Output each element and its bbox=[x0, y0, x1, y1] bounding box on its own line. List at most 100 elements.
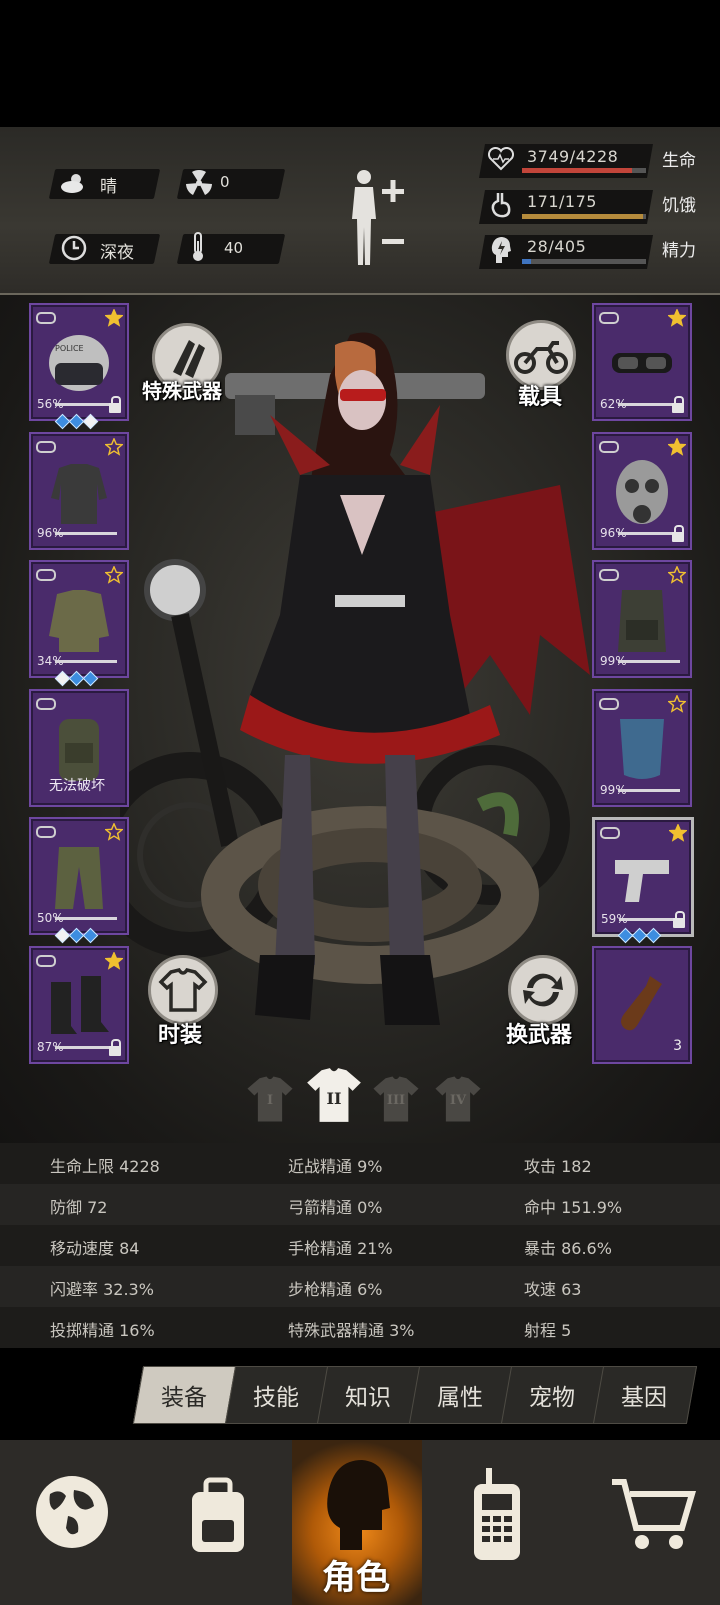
energy-value: 28/405 bbox=[527, 237, 587, 256]
energy-fill bbox=[522, 259, 531, 264]
equip-slot-shirt[interactable]: 96% bbox=[29, 431, 129, 550]
pistol-item-icon bbox=[615, 860, 669, 902]
tab-1[interactable]: 技能 bbox=[230, 1378, 322, 1412]
radiation-value: 0 bbox=[220, 173, 230, 191]
stat-cell: 暴击 86.6% bbox=[524, 1239, 612, 1258]
upgrade-gems bbox=[617, 927, 662, 944]
status-panel: 晴 0 深夜 40 3749/4228 生命 171/175 饥饿 28/405… bbox=[0, 127, 720, 295]
durability-bar bbox=[618, 403, 680, 406]
star-icon bbox=[668, 309, 686, 327]
star-icon bbox=[105, 437, 123, 456]
outfit-tab-2[interactable]: II bbox=[303, 1063, 365, 1127]
outfit-tab-1[interactable]: I bbox=[244, 1073, 296, 1125]
time-text: 深夜 bbox=[100, 243, 134, 263]
shield-item-icon bbox=[620, 718, 664, 779]
radiation-icon bbox=[186, 169, 212, 195]
gem-icon bbox=[82, 413, 99, 430]
special-weapon-label: 特殊武器 bbox=[142, 379, 222, 403]
equip-slot-jacket[interactable]: 34% bbox=[29, 560, 129, 678]
motorbike-icon bbox=[514, 341, 568, 374]
outfit-tab-4[interactable]: IV bbox=[432, 1073, 484, 1125]
molotov-item-icon bbox=[621, 975, 662, 1030]
swap-weapon-button[interactable] bbox=[508, 955, 578, 1025]
nav-character[interactable]: 角色 bbox=[292, 1440, 422, 1605]
outfit-tab-label: III bbox=[386, 1093, 406, 1108]
character-scene: POLICE 56% 96% 34% 无法破坏 50% 87% 62% 96% 99% 99% 59… bbox=[0, 295, 720, 1145]
outfit-tab-label: I bbox=[266, 1093, 274, 1108]
stat-cell: 闪避率 32.3% bbox=[50, 1280, 154, 1299]
stat-cell: 弓箭精通 0% bbox=[288, 1198, 383, 1217]
temperature-value: 40 bbox=[224, 239, 244, 257]
stat-cell: 命中 151.9% bbox=[524, 1198, 623, 1217]
gem-icon bbox=[82, 927, 99, 944]
upgrade-gems bbox=[54, 670, 99, 687]
link-icon bbox=[36, 697, 56, 710]
link-icon bbox=[36, 954, 56, 967]
equip-slot-helmet[interactable]: POLICE 56% bbox=[29, 303, 129, 421]
character-portrait bbox=[240, 332, 500, 1025]
nav-world-map[interactable] bbox=[0, 1440, 144, 1605]
tab-4[interactable]: 宠物 bbox=[506, 1378, 598, 1412]
lock-icon bbox=[672, 396, 684, 413]
energy-track bbox=[522, 259, 646, 264]
equip-slot-backpack[interactable]: 无法破坏 bbox=[29, 688, 129, 807]
stat-row: 生命上限 4228 近战精通 9% 攻击 182 bbox=[0, 1143, 720, 1184]
helmet-item-icon: POLICE bbox=[49, 335, 109, 391]
star-icon bbox=[105, 566, 123, 584]
link-icon bbox=[599, 440, 619, 453]
walkie-talkie-icon bbox=[474, 1468, 520, 1560]
stat-cell: 防御 72 bbox=[50, 1198, 108, 1217]
outfit-tab-3[interactable]: III bbox=[370, 1073, 422, 1125]
upgrade-gems bbox=[54, 413, 99, 430]
weather-text: 晴 bbox=[100, 177, 117, 197]
hunger-value: 171/175 bbox=[527, 192, 597, 211]
backpack-icon bbox=[192, 1477, 244, 1552]
equip-slot-goggles[interactable]: 62% bbox=[592, 303, 692, 421]
star-icon bbox=[668, 566, 686, 584]
star-icon bbox=[105, 823, 123, 841]
durability-bar bbox=[55, 660, 117, 663]
stat-cell: 移动速度 84 bbox=[50, 1239, 140, 1258]
stat-row: 闪避率 32.3% 步枪精通 6% 攻速 63 bbox=[0, 1266, 720, 1307]
body-figure-icon[interactable] bbox=[348, 167, 418, 267]
equip-slot-gas-mask[interactable]: 96% bbox=[592, 431, 692, 550]
fashion-button[interactable] bbox=[148, 955, 218, 1025]
nav-radio[interactable] bbox=[426, 1440, 566, 1605]
energy-label: 精力 bbox=[662, 241, 696, 261]
stat-cell: 生命上限 4228 bbox=[50, 1157, 160, 1176]
star-icon bbox=[668, 694, 686, 713]
equip-slot-molotov[interactable]: 3 bbox=[592, 945, 692, 1064]
durability-bar bbox=[55, 917, 117, 920]
gem-icon bbox=[82, 670, 99, 687]
shopping-cart-icon bbox=[612, 1479, 697, 1549]
tab-0[interactable]: 装备 bbox=[138, 1378, 230, 1412]
jacket-item-icon bbox=[49, 590, 109, 652]
energy-head-icon bbox=[491, 237, 511, 263]
equip-slot-pistol[interactable]: 59% bbox=[592, 817, 694, 937]
equip-slot-shield[interactable]: 99% bbox=[592, 688, 692, 807]
tab-5[interactable]: 基因 bbox=[598, 1378, 690, 1412]
stat-cell: 特殊武器精通 3% bbox=[288, 1321, 415, 1340]
nav-inventory[interactable] bbox=[148, 1440, 288, 1605]
hunger-fill bbox=[522, 214, 644, 219]
equip-slot-pants[interactable]: 50% bbox=[29, 817, 129, 935]
star-icon bbox=[105, 309, 123, 327]
durability-bar bbox=[55, 1045, 117, 1049]
vehicle-label: 载具 bbox=[518, 385, 563, 410]
link-icon bbox=[36, 826, 56, 838]
tab-2[interactable]: 知识 bbox=[322, 1378, 414, 1412]
gem-icon bbox=[645, 927, 662, 944]
stat-cell: 攻击 182 bbox=[524, 1157, 592, 1176]
equip-slot-vest[interactable]: 99% bbox=[592, 560, 692, 678]
tab-3[interactable]: 属性 bbox=[414, 1378, 506, 1412]
star-icon bbox=[668, 437, 686, 456]
hunger-label: 饥饿 bbox=[662, 196, 696, 216]
swap-icon bbox=[523, 973, 563, 1007]
link-icon bbox=[599, 569, 619, 581]
equip-slot-boots[interactable]: 87% bbox=[29, 945, 129, 1064]
nav-shop[interactable] bbox=[570, 1440, 720, 1605]
link-icon bbox=[36, 440, 56, 453]
lock-icon bbox=[672, 524, 684, 542]
lock-icon bbox=[109, 396, 121, 413]
boots-item-icon bbox=[51, 975, 109, 1034]
